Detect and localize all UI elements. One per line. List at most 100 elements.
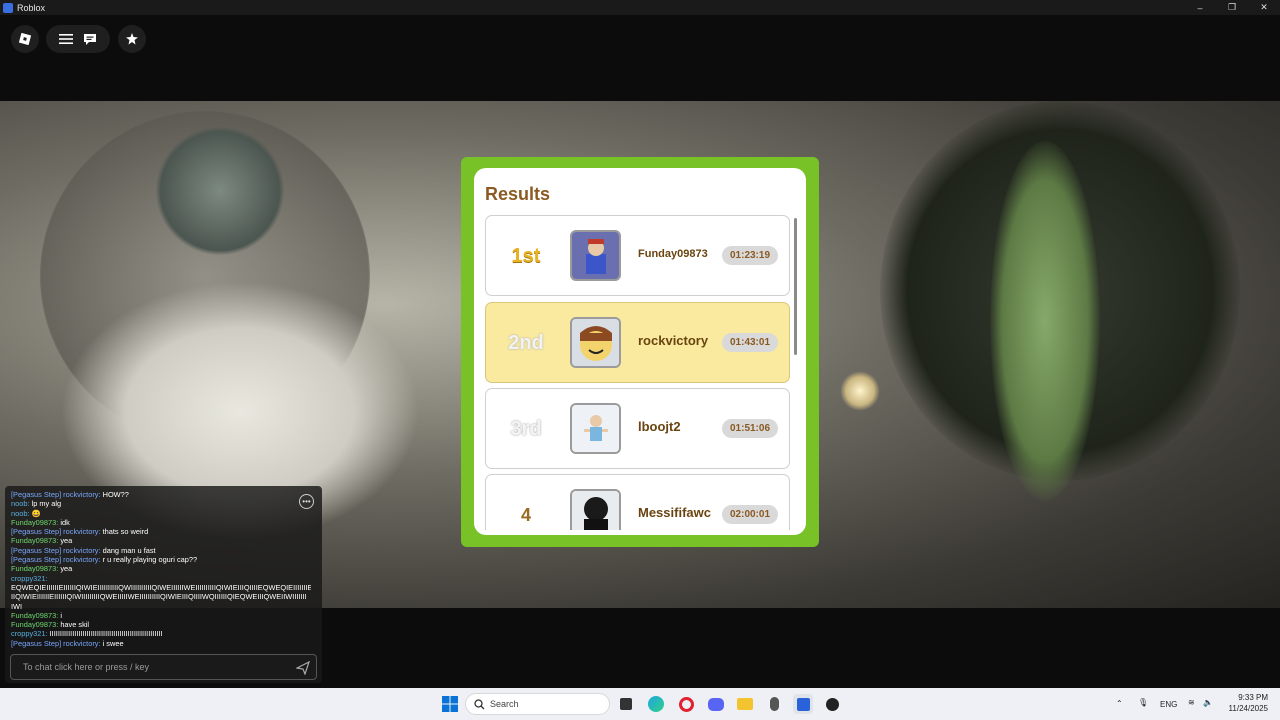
finish-time: 01:23:19 [722,246,778,265]
start-button[interactable] [440,694,460,714]
chat-username[interactable]: Funday09873: [11,620,58,629]
chat-input[interactable]: To chat click here or press / key [10,654,317,680]
avatar [570,317,621,368]
chat-input-placeholder: To chat click here or press / key [23,662,150,672]
finish-time: 02:00:01 [722,505,778,524]
place-badge: 4 [520,504,531,525]
ellipsis-icon: ••• [302,497,311,506]
chat-username[interactable]: Funday09873: [11,536,58,545]
chat-text: IWI [11,601,23,611]
roblox-menu-button[interactable] [11,25,39,53]
chat-username[interactable]: Funday09873: [11,564,58,573]
chat-text: i [58,610,62,620]
chat-text: dang man u fast [100,545,156,555]
clock-time[interactable]: 9:33 PM [1234,693,1268,702]
chat-username[interactable]: [Pegasus Step] rockvictory: [11,546,101,555]
chat-username[interactable]: noob: [11,509,30,518]
chat-username[interactable]: [Pegasus Step] rockvictory: [11,527,101,536]
chat-toggle-icon[interactable] [83,33,97,46]
chat-messages: [Pegasus Step] rockvictory: HOW?? noob: l… [11,490,311,648]
volume-icon[interactable]: 🔈 [1203,698,1213,707]
result-row[interactable]: 1st Funday09873 01:23:19 [485,215,790,296]
chat-username[interactable]: croppy321: [11,574,48,583]
place-badge: 3rd [510,417,542,440]
results-title: Results [485,184,551,204]
chat-message: noob: 😀 [11,509,311,518]
results-list[interactable]: 1st Funday09873 01:23:19 2nd rockvictory… [485,215,790,530]
search-icon [474,699,485,710]
finish-time: 01:43:01 [722,333,778,352]
emote-button[interactable] [118,25,146,53]
edge-icon[interactable] [646,694,666,714]
file-explorer-icon[interactable] [735,694,755,714]
chat-text: EQWEQIEIIIIIIEIIIIIIQIWIEIIIIIIIIIIQWIII… [11,582,311,592]
result-row[interactable]: 4 Messififawc 02:00:01 [485,474,790,530]
roblox-taskbar-icon[interactable] [793,694,813,714]
chat-text: IIIIIIIIIIIIIIIIIIIIIIIIIIIIIIIIIIIIIIII… [47,629,163,639]
player-name: lboojt2 [638,419,681,434]
chat-message: [Pegasus Step] rockvictory: dang man u f… [11,546,311,555]
chat-message: noob: lp my alg [11,499,311,508]
chat-text: r u really playing oguri cap?? [100,555,198,565]
windows-logo-icon [442,696,458,712]
chat-message: croppy321: IIIIIIIIIIIIIIIIIIIIIIIIIIIII… [11,629,311,638]
chat-message: [Pegasus Step] rockvictory: i swee [11,639,311,648]
chat-text: HOW?? [100,490,129,499]
chat-message: Funday09873: yea [11,536,311,545]
chat-text: have skil [58,620,90,630]
microphone-icon[interactable]: 🎙 [1138,698,1148,707]
discord-icon[interactable] [706,694,726,714]
chat-text: i swee [100,638,124,648]
chat-text: thats so weird [100,527,149,537]
send-icon[interactable] [296,661,310,675]
result-row[interactable]: 2nd rockvictory 01:43:01 [485,302,790,383]
chat-more-options-button[interactable]: ••• [299,494,314,509]
chat-message: [Pegasus Step] rockvictory: HOW?? [11,490,311,499]
player-name: Messififawc [638,505,711,520]
chat-username[interactable]: Funday09873: [11,611,58,620]
minimize-button[interactable]: – [1184,0,1216,15]
chat-message: Funday09873: have skil [11,620,311,629]
opera-icon[interactable] [676,694,696,714]
chat-message: [Pegasus Step] rockvictory: thats so wei… [11,527,311,536]
result-row[interactable]: 3rd lboojt2 01:51:06 [485,388,790,469]
chat-message: IIQIWIEIIIIIIEIIIIIIQIWIIIIIIIIIQWEIIIII… [11,592,311,601]
roblox-studio-icon[interactable] [822,694,842,714]
language-indicator[interactable]: ENG [1160,700,1177,709]
chat-text: lp my alg [29,499,62,509]
chat-username[interactable]: croppy321: [11,629,48,638]
avatar [570,230,621,281]
player-name: rockvictory [638,333,709,348]
game-topbar [0,15,1280,101]
chat-text: idk [58,517,70,527]
task-view-icon[interactable] [616,694,636,714]
roblox-app-icon [3,2,13,13]
pin-star-icon [126,33,138,45]
chat-message: Funday09873: i [11,611,311,620]
close-button[interactable]: ✕ [1248,0,1280,15]
chat-text: IIQIWIEIIIIIIEIIIIIIQIWIIIIIIIIIQWEIIIII… [11,592,307,602]
mouse-app-icon[interactable] [764,694,784,714]
chat-text: 😀 [29,508,41,518]
chat-username[interactable]: Funday09873: [11,518,58,527]
chat-message: [Pegasus Step] rockvictory: r u really p… [11,555,311,564]
player-name: Funday09873 [638,248,708,260]
chat-text: yea [58,564,73,574]
chevron-up-icon[interactable]: ⌃ [1116,699,1123,708]
chat-message: Funday09873: idk [11,518,311,527]
chat-text: yea [58,536,73,546]
wifi-icon[interactable]: ≋ [1188,698,1195,707]
chat-username[interactable]: [Pegasus Step] rockvictory: [11,555,101,564]
search-placeholder: Search [490,699,519,709]
chat-username[interactable]: [Pegasus Step] rockvictory: [11,639,101,648]
chat-username[interactable]: noob: [11,499,30,508]
results-scrollbar[interactable] [794,218,797,355]
hamburger-menu-icon[interactable] [59,33,73,45]
chat-message: croppy321: [11,574,311,583]
window-titlebar: Roblox – ❐ ✕ [0,0,1280,15]
clock-date[interactable]: 11/24/2025 [1224,704,1268,713]
maximize-button[interactable]: ❐ [1216,0,1248,15]
chat-username[interactable]: [Pegasus Step] rockvictory: [11,490,101,499]
chat-message: Funday09873: yea [11,564,311,573]
taskbar-search[interactable]: Search [465,693,610,715]
